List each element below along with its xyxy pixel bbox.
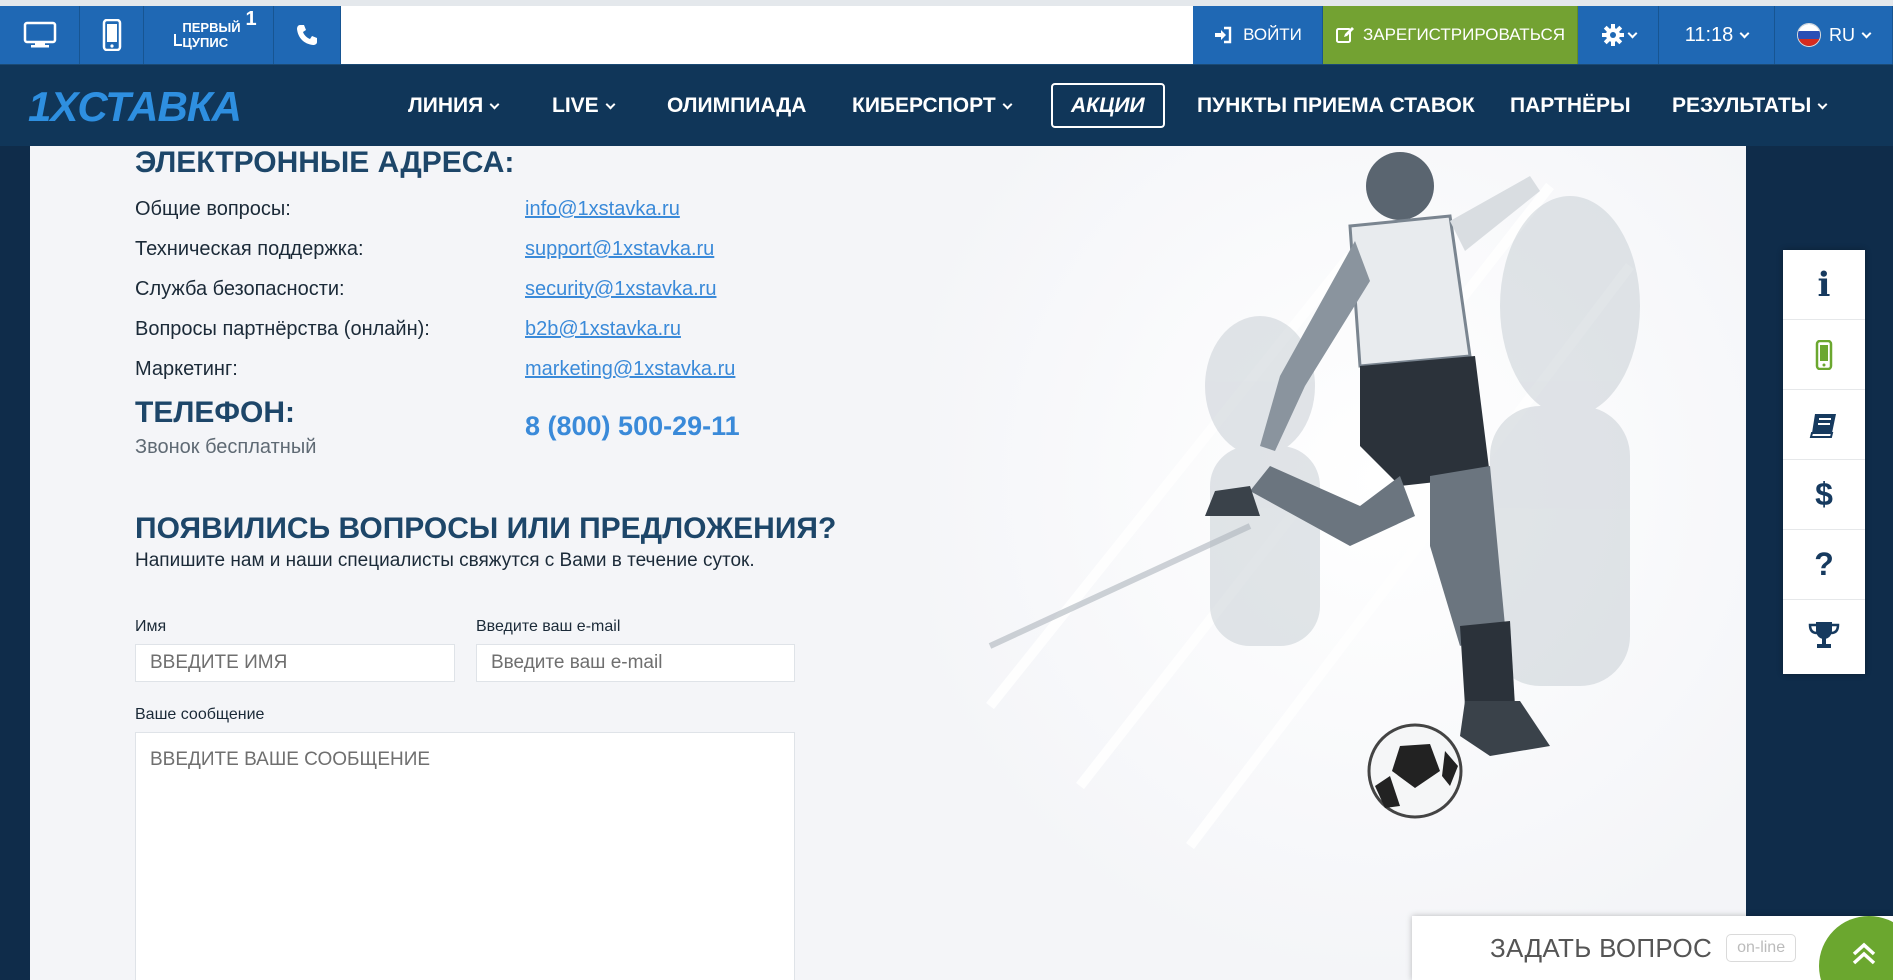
info-icon: i — [1817, 264, 1831, 305]
sign-in-icon — [1215, 26, 1232, 44]
email-link-partnership[interactable]: b2b@1xstavka.ru — [525, 318, 681, 341]
phone-heading: ТЕЛЕФОН: — [135, 396, 295, 429]
contact-label: Техническая поддержка: — [135, 238, 364, 260]
desktop-icon — [23, 21, 56, 48]
main-navigation: 1XСТАВКА ЛИНИЯ LIVE ОЛИМПИАДА КИБЕРСПОРТ… — [0, 64, 1893, 146]
email-link-general[interactable]: info@1xstavka.ru — [525, 198, 680, 221]
chevron-down-icon — [1002, 99, 1013, 109]
mobile-version-button[interactable] — [80, 6, 144, 64]
top-bar: ПЕРВЫЙ ЦУПИС 1 ВОЙТИ ЗАРЕГИСТРИРОВАТЬСЯ … — [0, 0, 1893, 64]
mobile-icon — [1815, 339, 1833, 370]
language-dropdown[interactable]: RU — [1775, 6, 1893, 64]
trophy-icon — [1808, 622, 1840, 648]
nav-item-esports[interactable]: КИБЕРСПОРТ — [852, 65, 1013, 147]
chevron-down-icon — [1861, 28, 1872, 38]
expand-widget-button[interactable] — [1819, 916, 1893, 980]
chevron-down-icon — [605, 99, 616, 109]
contact-label: Общие вопросы: — [135, 198, 291, 220]
email-input[interactable] — [476, 644, 795, 682]
register-label: ЗАРЕГИСТРИРОВАТЬСЯ — [1362, 25, 1566, 44]
contact-label: Вопросы партнёрства (онлайн): — [135, 318, 430, 340]
russia-flag-icon — [1797, 23, 1821, 47]
callback-button[interactable] — [274, 6, 341, 64]
login-label: ВОЙТИ — [1243, 25, 1302, 44]
chevron-down-icon — [1739, 28, 1750, 38]
nav-item-results[interactable]: РЕЗУЛЬТАТЫ — [1672, 65, 1828, 147]
email-link-security[interactable]: security@1xstavka.ru — [525, 278, 716, 301]
email-field-label: Введите ваш e-mail — [476, 618, 621, 635]
feedback-subheading: Напишите нам и наши специалисты свяжутся… — [135, 550, 755, 571]
chevron-down-icon — [1817, 99, 1828, 109]
contact-label: Маркетинг: — [135, 358, 238, 380]
ask-question-label: ЗАДАТЬ ВОПРОС — [1490, 932, 1713, 963]
tournaments-button[interactable] — [1783, 600, 1865, 670]
mobile-app-button[interactable] — [1783, 320, 1865, 390]
contacts-page: ЭЛЕКТРОННЫЕ АДРЕСА: Общие вопросы: info@… — [30, 146, 1746, 980]
contact-label: Служба безопасности: — [135, 278, 345, 300]
chevron-down-icon — [489, 99, 500, 109]
time-dropdown[interactable]: 11:18 — [1659, 6, 1775, 64]
side-toolbar: i $ ? — [1783, 250, 1865, 674]
chevron-down-icon — [1627, 28, 1637, 38]
register-button[interactable]: ЗАРЕГИСТРИРОВАТЬСЯ — [1323, 6, 1578, 64]
phone-number[interactable]: 8 (800) 500-29-11 — [525, 411, 740, 442]
nav-item-line[interactable]: ЛИНИЯ — [408, 65, 500, 147]
clock-time: 11:18 — [1684, 23, 1734, 46]
rules-button[interactable] — [1783, 390, 1865, 460]
settings-dropdown[interactable] — [1578, 6, 1659, 64]
phone-note: Звонок бесплатный — [135, 436, 317, 458]
payments-button[interactable]: $ — [1783, 460, 1865, 530]
nav-item-partners[interactable]: ПАРТНЁРЫ — [1510, 65, 1631, 147]
name-input[interactable] — [135, 644, 455, 682]
phone-icon — [297, 25, 317, 45]
online-status-badge: on-line — [1726, 934, 1797, 962]
nav-item-betting-points[interactable]: ПУНКТЫ ПРИЕМА СТАВОК — [1197, 65, 1475, 147]
dollar-icon: $ — [1815, 476, 1833, 512]
mobile-phone-icon — [102, 19, 121, 51]
message-textarea[interactable] — [135, 732, 795, 980]
edit-icon — [1335, 27, 1354, 43]
desktop-version-button[interactable] — [0, 6, 80, 64]
info-button[interactable]: i — [1783, 250, 1865, 320]
login-button[interactable]: ВОЙТИ — [1193, 6, 1323, 64]
cupis-link[interactable]: ПЕРВЫЙ ЦУПИС 1 — [144, 6, 274, 64]
emails-heading: ЭЛЕКТРОННЫЕ АДРЕСА: — [135, 146, 515, 179]
double-chevron-up-icon — [1852, 942, 1876, 965]
name-field-label: Имя — [135, 618, 167, 635]
soccer-player-illustration — [930, 146, 1746, 980]
cupis-logo: ПЕРВЫЙ ЦУПИС 1 — [174, 9, 257, 50]
feedback-heading: ПОЯВИЛИСЬ ВОПРОСЫ ИЛИ ПРЕДЛОЖЕНИЯ? — [135, 512, 837, 545]
site-logo[interactable]: 1XСТАВКА — [28, 85, 242, 129]
email-link-support[interactable]: support@1xstavka.ru — [525, 238, 714, 261]
question-icon: ? — [1814, 546, 1834, 582]
message-field-label: Ваше сообщение — [135, 706, 265, 723]
nav-item-promotions[interactable]: АКЦИИ — [1051, 83, 1165, 128]
nav-item-olympics[interactable]: ОЛИМПИАДА — [667, 65, 806, 147]
gear-icon — [1601, 24, 1624, 46]
language-code: RU — [1829, 24, 1855, 45]
ask-question-widget[interactable]: ЗАДАТЬ ВОПРОС on-line — [1412, 916, 1893, 980]
book-icon — [1809, 413, 1836, 438]
nav-item-live[interactable]: LIVE — [552, 65, 616, 147]
help-button[interactable]: ? — [1783, 530, 1865, 600]
email-link-marketing[interactable]: marketing@1xstavka.ru — [525, 358, 735, 381]
